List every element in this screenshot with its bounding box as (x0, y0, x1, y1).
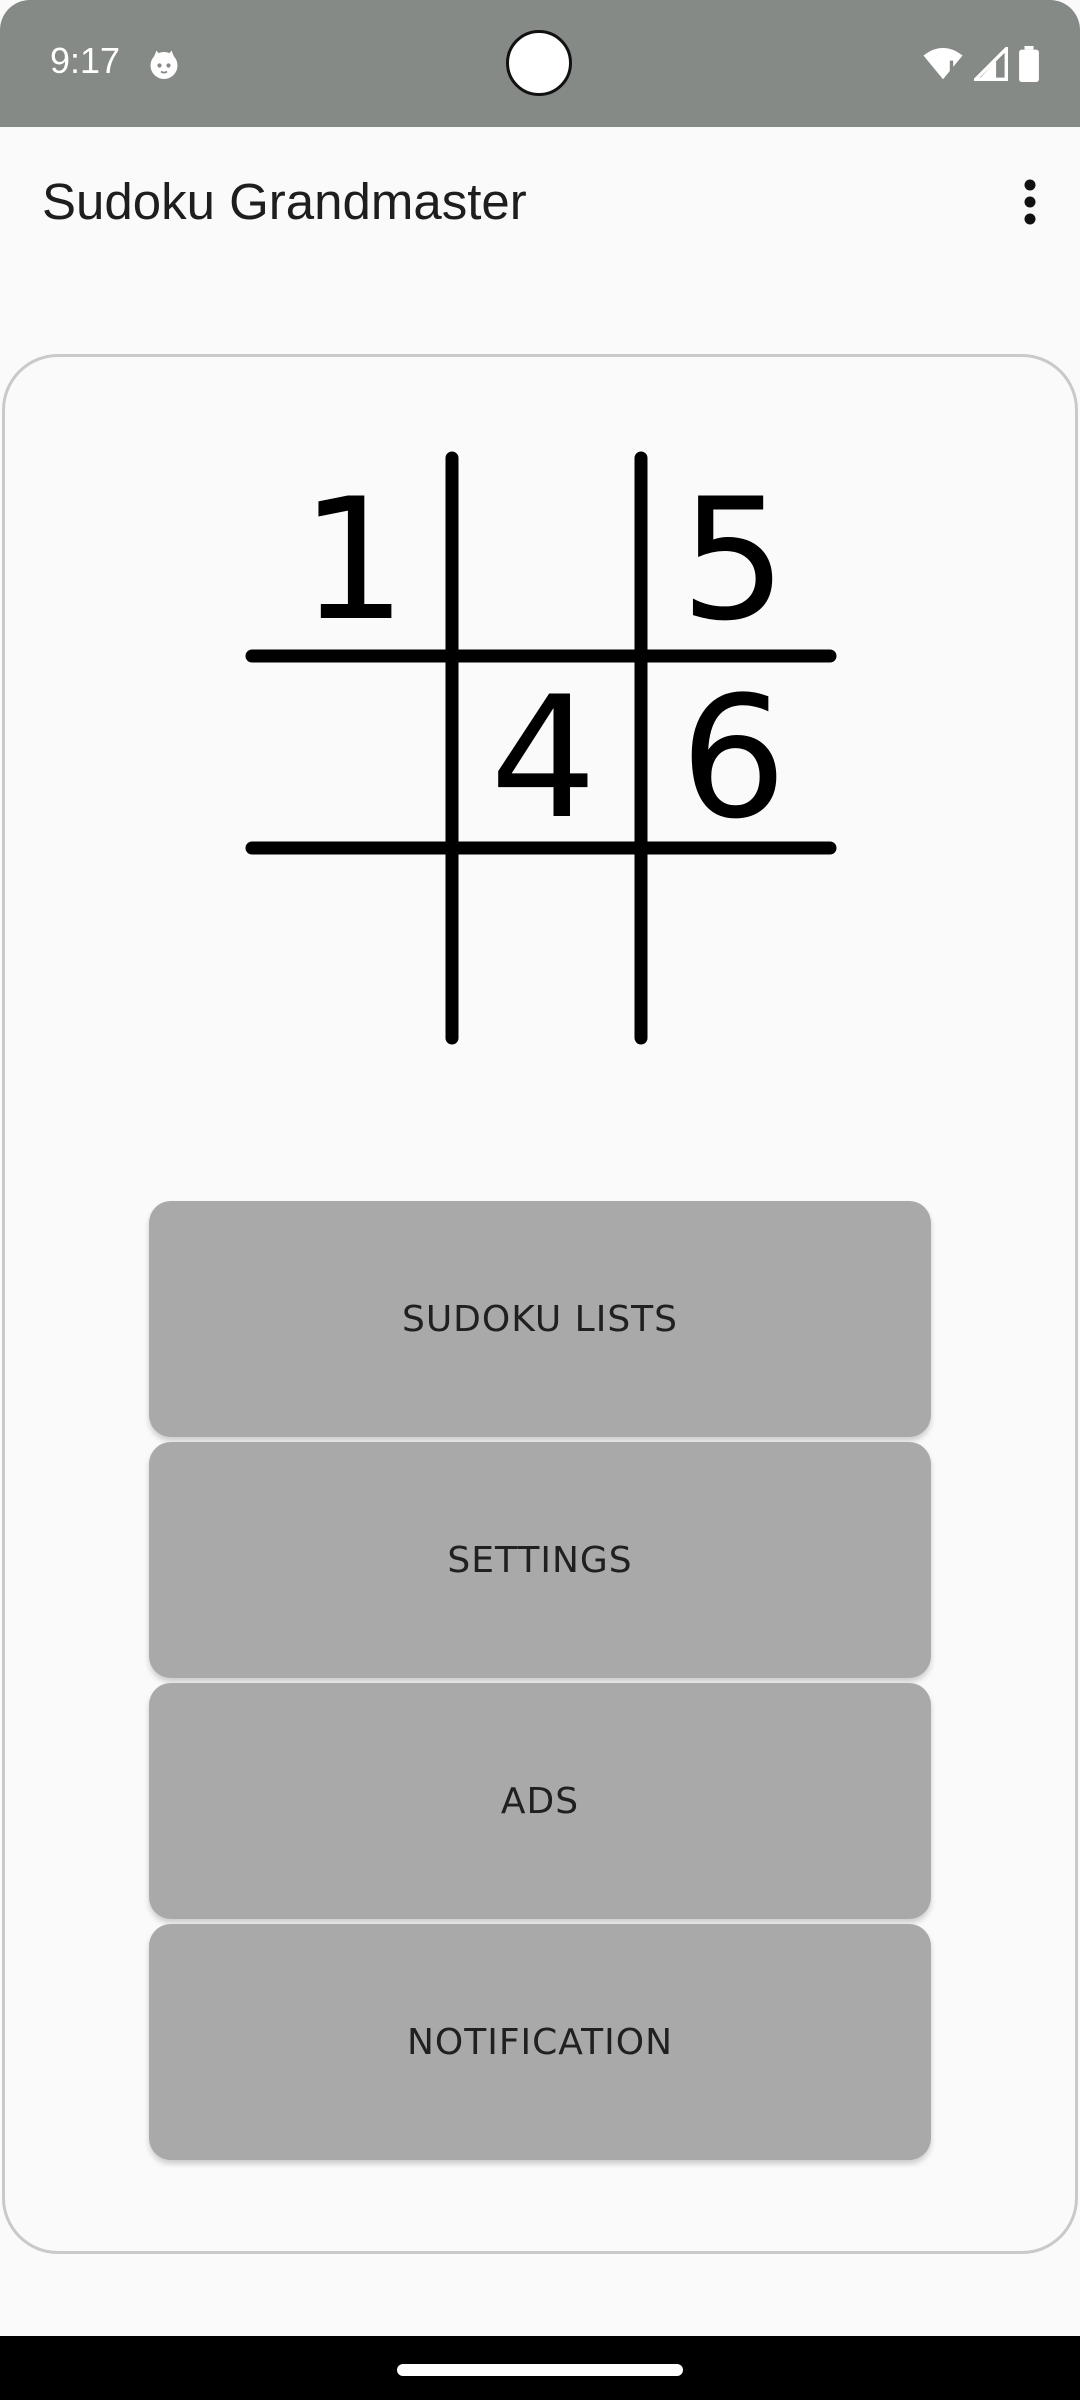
logo-digit-4: 4 (490, 660, 597, 856)
settings-button[interactable]: SETTINGS (149, 1442, 931, 1678)
home-gesture-handle[interactable] (397, 2364, 683, 2376)
ads-button[interactable]: ADS (149, 1683, 931, 1919)
app-title: Sudoku Grandmaster (42, 173, 527, 230)
app-bar: Sudoku Grandmaster (0, 127, 1080, 277)
sudoku-logo: 1 5 4 6 (245, 451, 837, 1045)
status-bar: 9:17 (0, 0, 1080, 127)
status-time: 9:17 (50, 40, 121, 81)
logo-digit-1: 1 (300, 462, 407, 658)
sudoku-lists-button[interactable]: SUDOKU LISTS (149, 1201, 931, 1437)
overflow-menu-button[interactable] (980, 157, 1080, 247)
battery-icon (1019, 46, 1039, 82)
camera-cutout (506, 30, 572, 96)
logo-digit-6: 6 (680, 660, 787, 856)
notification-button[interactable]: NOTIFICATION (149, 1924, 931, 2160)
wifi-icon (923, 47, 963, 80)
logo-digit-5: 5 (680, 462, 787, 658)
cell-signal-icon (974, 47, 1008, 81)
status-icons (922, 44, 1040, 84)
more-vert-icon (1024, 179, 1036, 225)
cat-notification-icon (150, 50, 178, 79)
